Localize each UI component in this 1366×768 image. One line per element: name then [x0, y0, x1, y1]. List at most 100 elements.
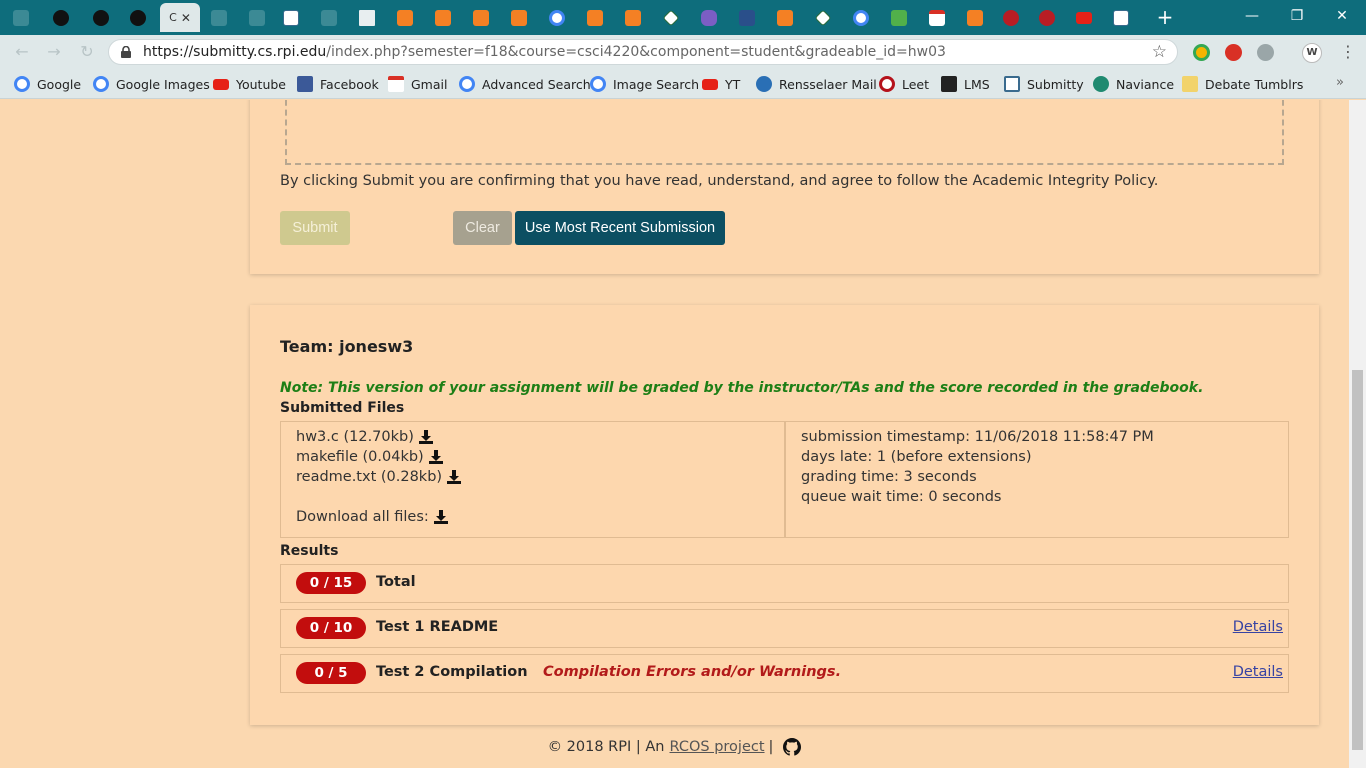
- rcos-project-link[interactable]: RCOS project: [670, 739, 765, 755]
- browser-tab-active[interactable]: C ✕: [160, 3, 200, 32]
- browser-tab-evernote[interactable]: [882, 3, 916, 32]
- browser-tab-stackoverflow[interactable]: [616, 3, 650, 32]
- bookmark-facebook[interactable]: Facebook: [297, 75, 379, 93]
- use-most-recent-submission-button[interactable]: Use Most Recent Submission: [515, 211, 725, 245]
- bookmark-image-search[interactable]: Image Search: [590, 75, 699, 93]
- bookmark-lms[interactable]: LMS: [941, 75, 990, 93]
- browser-tab-gmail[interactable]: [920, 3, 954, 32]
- browser-tab-stackoverflow[interactable]: [958, 3, 992, 32]
- submission-results-card: Team: jonesw3 Note: This version of your…: [250, 305, 1319, 725]
- browser-tab-stackoverflow[interactable]: [768, 3, 802, 32]
- browser-tab-stackoverflow[interactable]: [578, 3, 612, 32]
- file-drop-zone[interactable]: [285, 100, 1284, 165]
- page-scrollbar[interactable]: [1349, 100, 1366, 768]
- results-heading: Results: [280, 543, 339, 559]
- download-icon[interactable]: [447, 470, 462, 484]
- browser-tab-gamepad[interactable]: [692, 3, 726, 32]
- submission-timestamp: submission timestamp: 11/06/2018 11:58:4…: [801, 429, 1154, 445]
- browser-tab-cs[interactable]: [1030, 3, 1064, 32]
- browser-tab-google[interactable]: [844, 3, 878, 32]
- google-icon: [549, 9, 565, 26]
- reload-icon[interactable]: ↻: [77, 42, 97, 62]
- cube-icon: [814, 9, 832, 26]
- profile-avatar[interactable]: W: [1302, 43, 1322, 63]
- more-bookmarks-icon[interactable]: »: [1336, 75, 1344, 90]
- browser-tab-submitty[interactable]: [274, 3, 308, 32]
- stackoverflow-icon: [625, 9, 641, 26]
- result-row-test2[interactable]: 0 / 5 Test 2 Compilation Compilation Err…: [280, 654, 1289, 693]
- browser-menu-icon[interactable]: ⋮: [1340, 42, 1356, 62]
- browser-tab[interactable]: [240, 3, 274, 32]
- clear-button[interactable]: Clear: [453, 211, 512, 245]
- extension-icon[interactable]: [1193, 44, 1210, 61]
- browser-tab-stackoverflow[interactable]: [464, 3, 498, 32]
- gamepad-icon: [701, 9, 717, 26]
- bookmark-gmail[interactable]: Gmail: [388, 75, 447, 93]
- stackoverflow-icon: [473, 9, 489, 26]
- submitty-icon: [283, 9, 299, 26]
- result-row-test1[interactable]: 0 / 10 Test 1 README Details: [280, 609, 1289, 648]
- close-tab-icon[interactable]: ✕: [181, 11, 191, 25]
- bookmark-submitty[interactable]: Submitty: [1004, 75, 1084, 93]
- url-path: /index.php?semester=f18&course=csci4220&…: [326, 44, 946, 60]
- bookmark-google[interactable]: Google: [14, 75, 81, 93]
- forward-arrow-icon[interactable]: →: [44, 42, 64, 62]
- back-arrow-icon[interactable]: ←: [12, 42, 32, 62]
- download-icon[interactable]: [433, 510, 448, 524]
- download-icon[interactable]: [418, 430, 433, 444]
- scrollbar-thumb[interactable]: [1352, 370, 1363, 750]
- browser-tab-github[interactable]: [121, 3, 155, 32]
- browser-tab-github[interactable]: [84, 3, 118, 32]
- bookmark-advanced-search[interactable]: Advanced Search: [459, 75, 591, 93]
- browser-tab-cube[interactable]: [654, 3, 688, 32]
- browser-tab-youtube[interactable]: [1067, 3, 1101, 32]
- browser-tab-submitty[interactable]: [1104, 3, 1138, 32]
- bookmark-debate-tumblrs[interactable]: Debate Tumblrs: [1182, 75, 1303, 93]
- browser-tab[interactable]: [4, 3, 38, 32]
- bookmark-naviance[interactable]: Naviance: [1093, 75, 1174, 93]
- browser-tab-stackoverflow[interactable]: [502, 3, 536, 32]
- submit-button[interactable]: Submit: [280, 211, 350, 245]
- details-link[interactable]: Details: [1233, 664, 1283, 680]
- browser-tab-stackoverflow[interactable]: [426, 3, 460, 32]
- score-badge: 0 / 5: [296, 662, 366, 684]
- browser-tab[interactable]: [202, 3, 236, 32]
- adblock-icon[interactable]: [1225, 44, 1242, 61]
- tab-favicon-icon: [13, 9, 29, 26]
- footer-separator: |: [768, 739, 774, 755]
- browser-tab-stackoverflow[interactable]: [388, 3, 422, 32]
- bookmark-rensselaer-mail[interactable]: Rensselaer Mail: [756, 75, 877, 93]
- bookmark-yt[interactable]: YT: [702, 75, 740, 93]
- bookmark-google-images[interactable]: Google Images: [93, 75, 210, 93]
- bookmark-label: Advanced Search: [482, 76, 591, 92]
- file-item: readme.txt (0.28kb): [296, 469, 462, 485]
- details-link[interactable]: Details: [1233, 619, 1283, 635]
- bookmark-star-icon[interactable]: ☆: [1152, 42, 1167, 62]
- gmail-icon: [929, 9, 945, 26]
- download-icon[interactable]: [428, 450, 443, 464]
- browser-tab-google[interactable]: [540, 3, 574, 32]
- download-all-label: Download all files:: [296, 509, 429, 525]
- browser-tab[interactable]: [312, 3, 346, 32]
- tab-title: C: [169, 11, 177, 24]
- grading-time: grading time: 3 seconds: [801, 469, 977, 485]
- globe-icon[interactable]: [1257, 44, 1274, 61]
- bookmark-youtube[interactable]: Youtube: [213, 75, 286, 93]
- google-icon: [853, 9, 869, 26]
- maximize-window-button[interactable]: ❐: [1277, 4, 1317, 28]
- browser-tab[interactable]: [350, 3, 384, 32]
- close-window-button[interactable]: ✕: [1322, 4, 1362, 28]
- browser-tab-github[interactable]: [44, 3, 78, 32]
- stackoverflow-icon: [397, 9, 413, 26]
- minimize-window-button[interactable]: —: [1232, 4, 1272, 28]
- bookmark-label: Google: [37, 76, 82, 92]
- bookmark-leet[interactable]: Leet: [879, 75, 929, 93]
- browser-tab-cube[interactable]: [806, 3, 840, 32]
- new-tab-button[interactable]: +: [1153, 5, 1177, 29]
- grading-note: Note: This version of your assignment wi…: [280, 380, 1204, 396]
- browser-tab[interactable]: [730, 3, 764, 32]
- bookmark-label: Youtube: [236, 76, 286, 92]
- address-bar[interactable]: https://submitty.cs.rpi.edu/index.php?se…: [108, 39, 1178, 65]
- browser-tab-cs[interactable]: [994, 3, 1028, 32]
- github-icon[interactable]: [783, 738, 802, 756]
